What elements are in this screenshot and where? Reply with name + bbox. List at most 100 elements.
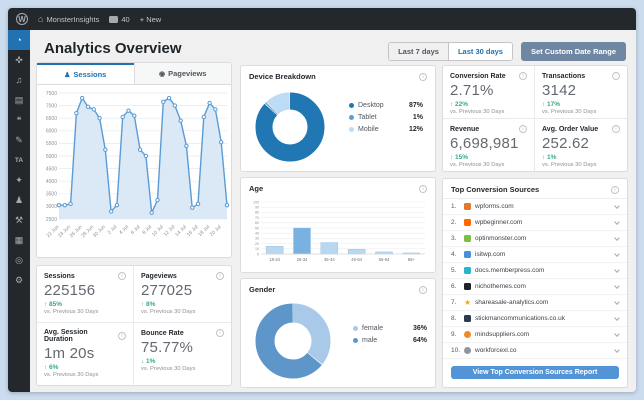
info-icon[interactable]: i	[519, 125, 527, 133]
svg-text:65+: 65+	[408, 257, 416, 262]
sidebar-item-appearance[interactable]: ✎	[8, 130, 30, 150]
source-domain: wpforms.com	[475, 203, 514, 210]
chevron-down-icon[interactable]	[614, 314, 620, 321]
sidebar-item-plugins[interactable]: ✦	[8, 170, 30, 190]
tab-sessions[interactable]: ♟ Sessions	[37, 63, 134, 84]
stat-note: vs. Previous 30 Days	[44, 372, 99, 378]
comments-menu[interactable]: 40	[109, 14, 130, 24]
source-row[interactable]: 10. workforcexl.co	[443, 343, 627, 359]
source-domain: wpbeginner.com	[475, 219, 523, 226]
legend-item-male: male 64%	[353, 337, 427, 344]
view-sources-report-button[interactable]: View Top Conversion Sources Report	[451, 366, 619, 379]
sidebar-item-analytics-ta[interactable]: TA	[8, 150, 30, 170]
source-row[interactable]: 7. ★ shareasale-analytics.com	[443, 295, 627, 311]
info-icon[interactable]: i	[519, 72, 527, 80]
info-icon[interactable]: i	[419, 285, 427, 294]
source-row[interactable]: 6. nichothemes.com	[443, 279, 627, 295]
sidebar-item-tools[interactable]: ⚒	[8, 210, 30, 230]
chevron-down-icon[interactable]	[614, 346, 620, 353]
svg-text:7000: 7000	[46, 103, 57, 109]
tab-pageviews[interactable]: ◉ Pageviews	[133, 63, 231, 84]
settings-icon: ▦	[14, 234, 24, 245]
stat-card-conversion-rate: Conversion Rate i 2.71% ↑ 22% vs. Previous 3…	[443, 66, 535, 119]
source-rank: 2.	[451, 219, 457, 226]
stat-card-pageviews: Pageviews i 277025 ↑ 8% vs. Previous 30 Days	[134, 266, 231, 323]
chevron-down-icon[interactable]	[614, 282, 620, 289]
source-row[interactable]: 5. docs.memberpress.com	[443, 263, 627, 279]
chevron-down-icon[interactable]	[614, 330, 620, 337]
favicon-icon	[464, 219, 471, 226]
chevron-down-icon[interactable]	[614, 234, 620, 241]
info-icon[interactable]: i	[611, 185, 619, 194]
info-icon[interactable]: i	[118, 272, 126, 280]
chevron-down-icon[interactable]	[614, 250, 620, 257]
sidebar-item-collapse[interactable]: ⚙	[8, 270, 30, 290]
info-icon[interactable]: i	[419, 184, 427, 193]
info-icon[interactable]: i	[612, 125, 620, 133]
source-rank: 10.	[451, 347, 461, 354]
info-icon[interactable]: i	[216, 272, 224, 280]
sidebar-item-media[interactable]: ♫	[8, 70, 30, 90]
wp-admin-sidebar: ◔ ✜ ♫ ▤ ❝ ✎ TA ✦ ♟ ⚒ ▦ ◎ ⚙	[8, 30, 30, 392]
source-row[interactable]: 4. isitwp.com	[443, 247, 627, 263]
stat-label: Conversion Rate	[450, 72, 506, 80]
new-label: + New	[139, 14, 162, 24]
info-icon[interactable]: i	[216, 329, 224, 337]
last-30-days-button[interactable]: Last 30 days	[447, 43, 512, 60]
info-icon[interactable]: i	[419, 72, 427, 81]
wordpress-logo-icon: W	[16, 13, 28, 25]
favicon-icon	[464, 251, 471, 258]
comments-count: 40	[121, 14, 130, 24]
age-bar-chart: 010203040 5060708090 100 18-24 25-34 35-44 45-…	[253, 200, 425, 262]
home-icon: ⌂	[38, 14, 44, 24]
chevron-down-icon[interactable]	[614, 266, 620, 273]
source-row[interactable]: 9. mindsuppliers.com	[443, 327, 627, 343]
sidebar-item-insights[interactable]: ◎	[8, 250, 30, 270]
chevron-down-icon[interactable]	[614, 218, 620, 225]
source-domain: shareasale-analytics.com	[475, 299, 549, 306]
sidebar-item-pages[interactable]: ▤	[8, 90, 30, 110]
stat-change: ↑ 1%	[542, 154, 557, 161]
sidebar-item-comments[interactable]: ❝	[8, 110, 30, 130]
source-row[interactable]: 1. wpforms.com	[443, 199, 627, 215]
site-name-menu[interactable]: ⌂ MonsterInsights	[38, 14, 99, 24]
source-row[interactable]: 2. wpbeginner.com	[443, 215, 627, 231]
sidebar-item-users[interactable]: ♟	[8, 190, 30, 210]
stat-value: 6,698,981	[450, 135, 519, 152]
svg-text:2500: 2500	[46, 217, 57, 223]
stat-label: Revenue	[450, 125, 480, 133]
stat-change: ↑ 6%	[44, 364, 59, 371]
age-title: Age	[249, 184, 264, 193]
svg-text:0: 0	[257, 252, 259, 256]
appearance-icon: ✎	[15, 134, 23, 145]
svg-text:5000: 5000	[46, 154, 57, 160]
source-row[interactable]: 3. optinmonster.com	[443, 231, 627, 247]
new-content-menu[interactable]: + New	[140, 15, 161, 24]
svg-text:18-24: 18-24	[269, 257, 280, 262]
last-7-days-button[interactable]: Last 7 days	[389, 43, 448, 60]
set-custom-date-range-button[interactable]: Set Custom Date Range	[520, 42, 626, 61]
stat-value: 2.71%	[450, 82, 494, 99]
wp-logo-menu[interactable]: W	[16, 13, 28, 25]
info-icon[interactable]: i	[118, 332, 126, 340]
stat-note: vs. Previous 30 Days	[542, 162, 597, 168]
sidebar-item-settings[interactable]: ▦	[8, 230, 30, 250]
source-row[interactable]: 8. stickmancommunications.co.uk	[443, 311, 627, 327]
stat-label: Sessions	[44, 272, 75, 280]
source-domain: optinmonster.com	[475, 235, 527, 242]
main-content: Analytics Overview Last 7 days Last 30 d…	[30, 30, 636, 392]
svg-text:70: 70	[255, 216, 259, 220]
sidebar-item-posts[interactable]: ✜	[8, 50, 30, 70]
chevron-down-icon[interactable]	[614, 202, 620, 209]
chevron-down-icon[interactable]	[614, 298, 620, 305]
svg-text:55-64: 55-64	[379, 257, 390, 262]
gender-panel: Gender i female 36% male 64%	[240, 278, 436, 388]
sources-list: 1. wpforms.com 2. wpbeginner.com 3. optinmons…	[443, 199, 627, 359]
source-rank: 4.	[451, 251, 457, 258]
source-rank: 7.	[451, 299, 457, 306]
age-panel: Age i 0 10 20 30 40 50 60 70 80 90 100 18-24 25-34 35…	[240, 177, 436, 273]
sidebar-item-dashboard[interactable]: ◔	[8, 30, 30, 50]
info-icon[interactable]: i	[612, 72, 620, 80]
eye-icon: ◉	[159, 70, 166, 78]
source-rank: 8.	[451, 315, 457, 322]
